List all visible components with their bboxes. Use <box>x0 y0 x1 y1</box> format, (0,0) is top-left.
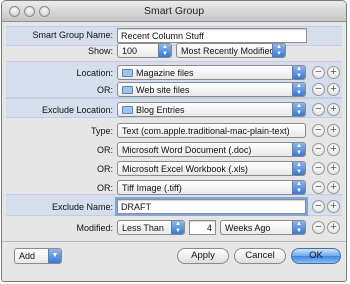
add-type-button[interactable]: + <box>327 124 340 137</box>
apply-button[interactable]: Apply <box>177 248 229 264</box>
add-type-or-2-button[interactable]: + <box>327 162 340 175</box>
location-popup[interactable]: Magazine files ▲ ▼ <box>117 65 306 80</box>
type-value: Text (com.apple.traditional-mac-plain-te… <box>122 126 290 136</box>
add-location-button[interactable]: + <box>327 66 340 79</box>
type-or-2-label: OR: <box>96 164 113 174</box>
ok-button[interactable]: OK <box>291 248 341 264</box>
add-popup-button[interactable]: Add ▼ <box>14 248 62 264</box>
folder-icon <box>122 86 133 94</box>
footer-separator <box>2 241 346 242</box>
remove-type-or-3-button[interactable]: − <box>312 181 325 194</box>
location-label: Location: <box>76 68 113 78</box>
remove-type-or-2-button[interactable]: − <box>312 162 325 175</box>
remove-modified-button[interactable]: − <box>312 221 325 234</box>
location-or-label: OR: <box>96 85 113 95</box>
cancel-button[interactable]: Cancel <box>234 248 286 264</box>
remove-type-button[interactable]: − <box>312 124 325 137</box>
remove-type-or-1-button[interactable]: − <box>312 143 325 156</box>
add-modified-button[interactable]: + <box>327 221 340 234</box>
smart-group-name-label: Smart Group Name: <box>32 30 113 40</box>
folder-icon <box>122 106 133 114</box>
add-exclude-name-button[interactable]: + <box>327 200 340 213</box>
chevron-updown-icon: ▲ ▼ <box>158 44 171 57</box>
smart-group-name-field[interactable]: Recent Column Stuff <box>117 28 307 43</box>
remove-location-button[interactable]: − <box>312 66 325 79</box>
chevron-updown-icon: ▲ ▼ <box>292 103 305 116</box>
exclude-location-popup[interactable]: Blog Entries ▲ ▼ <box>117 102 306 117</box>
type-or-3-popup[interactable]: Tiff Image (.tiff) ▲ ▼ <box>117 180 306 195</box>
modified-amount-field[interactable]: 4 <box>189 220 216 235</box>
type-or-2-popup[interactable]: Microsoft Excel Workbook (.xls) ▲ ▼ <box>117 161 306 176</box>
folder-icon <box>122 69 133 77</box>
modified-label: Modified: <box>76 223 113 233</box>
modified-unit-popup[interactable]: Weeks Ago ▲ ▼ <box>220 220 306 235</box>
modified-operator-popup[interactable]: Less Than ▲ ▼ <box>117 220 185 235</box>
chevron-updown-icon: ▲ ▼ <box>292 66 305 79</box>
location-value: Magazine files <box>136 68 194 78</box>
chevron-updown-icon: ▲ ▼ <box>292 143 305 156</box>
chevron-updown-icon: ▲ ▼ <box>292 221 305 234</box>
add-label: Add <box>19 251 36 261</box>
show-order-popup[interactable]: Most Recently Modified ▲ ▼ <box>176 43 286 58</box>
chevron-updown-icon: ▲ ▼ <box>292 162 305 175</box>
title-bar: Smart Group <box>2 1 346 22</box>
smart-group-window: Smart Group Smart Group Name: Recent Col… <box>1 0 347 282</box>
location-or-value: Web site files <box>136 85 190 95</box>
add-exclude-location-button[interactable]: + <box>327 103 340 116</box>
remove-exclude-name-button[interactable]: − <box>312 200 325 213</box>
add-type-or-1-button[interactable]: + <box>327 143 340 156</box>
type-or-2-value: Microsoft Excel Workbook (.xls) <box>122 164 248 174</box>
show-label: Show: <box>87 46 113 56</box>
show-count-value: 100 <box>122 46 138 56</box>
remove-location-or-button[interactable]: − <box>312 83 325 96</box>
exclude-location-value: Blog Entries <box>136 105 185 115</box>
type-popup[interactable]: Text (com.apple.traditional-mac-plain-te… <box>117 123 306 138</box>
location-or-popup[interactable]: Web site files ▲ ▼ <box>117 82 306 97</box>
type-or-1-value: Microsoft Word Document (.doc) <box>122 145 252 155</box>
modified-unit-value: Weeks Ago <box>225 223 271 233</box>
exclude-name-field[interactable]: DRAFT <box>115 197 308 216</box>
chevron-updown-icon: ▲ ▼ <box>292 83 305 96</box>
remove-exclude-location-button[interactable]: − <box>312 103 325 116</box>
add-location-or-button[interactable]: + <box>327 83 340 96</box>
type-or-1-label: OR: <box>96 145 113 155</box>
chevron-updown-icon: ▲ ▼ <box>292 181 305 194</box>
chevron-updown-icon: ▲ ▼ <box>171 221 184 234</box>
chevron-down-icon: ▼ <box>48 249 61 263</box>
type-or-1-popup[interactable]: Microsoft Word Document (.doc) ▲ ▼ <box>117 142 306 157</box>
modified-operator-value: Less Than <box>122 223 164 233</box>
type-or-3-label: OR: <box>96 183 113 193</box>
type-label: Type: <box>90 126 113 136</box>
show-order-value: Most Recently Modified <box>181 46 275 56</box>
exclude-name-label: Exclude Name: <box>51 202 113 212</box>
chevron-updown-icon: ▲ ▼ <box>272 44 285 57</box>
show-count-popup[interactable]: 100 ▲ ▼ <box>117 43 172 58</box>
window-title: Smart Group <box>143 5 205 17</box>
exclude-location-label: Exclude Location: <box>41 105 113 115</box>
add-type-or-3-button[interactable]: + <box>327 181 340 194</box>
type-or-3-value: Tiff Image (.tiff) <box>122 183 182 193</box>
